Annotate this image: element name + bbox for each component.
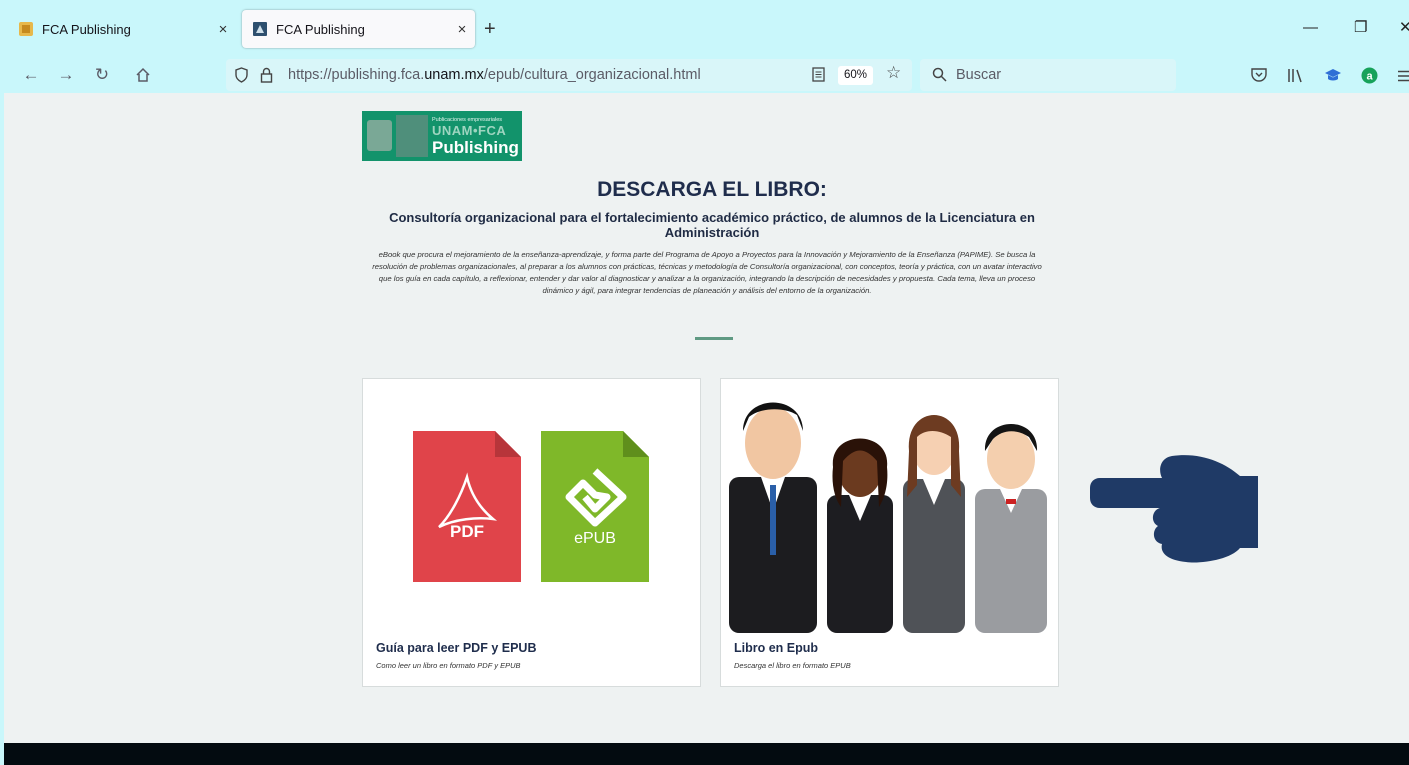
address-bar[interactable]: https://publishing.fca.unam.mx/epub/cult… (226, 59, 912, 91)
minimize-button[interactable]: — (1303, 18, 1318, 38)
bookmark-star-icon[interactable]: ☆ (886, 63, 901, 83)
pdf-file-icon: PDF (413, 431, 521, 582)
epub-book-card[interactable]: Libro en Epub Descarga el libro en forma… (720, 378, 1059, 687)
restore-button[interactable]: ❐ (1354, 18, 1367, 38)
guide-card-title[interactable]: Guía para leer PDF y EPUB (376, 641, 536, 655)
menu-icon[interactable] (1398, 70, 1409, 82)
epub-file-icon: ePUB (541, 431, 649, 582)
pocket-icon[interactable] (1251, 68, 1267, 82)
book-title: Consultoría organizacional para el forta… (389, 210, 1035, 240)
avatar-woman-2 (903, 415, 965, 633)
logo-unam-text: UNAM•FCA (432, 123, 507, 138)
search-icon (932, 67, 947, 82)
new-tab-button[interactable]: + (484, 17, 496, 41)
fca-favicon-icon (253, 22, 267, 36)
graduation-cap-icon[interactable] (1324, 67, 1342, 83)
tab-close-icon[interactable]: × (210, 21, 236, 38)
shield-icon[interactable] (234, 67, 249, 83)
forward-icon[interactable]: → (55, 64, 77, 86)
avatar-man-1 (729, 402, 817, 633)
epub-card-title[interactable]: Libro en Epub (734, 641, 818, 655)
web-page: Publicaciones empresariales UNAM•FCA Pub… (4, 93, 1409, 743)
back-icon[interactable]: ← (20, 64, 42, 86)
svg-text:ePUB: ePUB (574, 530, 616, 547)
lock-icon[interactable] (260, 67, 273, 83)
tab-2-active[interactable]: FCA Publishing × (242, 10, 475, 48)
tab-title: FCA Publishing (276, 21, 365, 37)
page-heading: DESCARGA EL LIBRO: (597, 178, 827, 201)
page-footer (4, 743, 1409, 765)
avatars-illustration (729, 402, 1047, 633)
avatar-man-2 (975, 424, 1047, 633)
logo-texture (396, 115, 428, 157)
zoom-level[interactable]: 60% (838, 66, 874, 85)
search-bar[interactable]: Buscar (920, 59, 1176, 91)
section-divider (695, 337, 733, 340)
guide-card-subtitle: Como leer un libro en formato PDF y EPUB (376, 661, 521, 670)
tab-close-icon[interactable]: × (449, 21, 475, 38)
reload-icon[interactable]: ↻ (91, 64, 113, 86)
tab-1[interactable]: FCA Publishing × (8, 10, 236, 48)
svg-text:PDF: PDF (450, 522, 484, 541)
pointing-hand-icon (1090, 455, 1258, 563)
guide-card[interactable]: PDF ePUB Guía para leer PDF y EPUB Como … (362, 378, 701, 687)
book-description: eBook que procura el mejoramiento de la … (372, 250, 1042, 295)
logo-publishing-text: Publishing (432, 138, 519, 157)
epub-card-subtitle: Descarga el libro en formato EPUB (734, 661, 851, 670)
close-window-button[interactable]: ✕ (1399, 18, 1409, 38)
avatar-woman-1 (827, 438, 893, 633)
a-extension-icon[interactable]: a (1361, 67, 1378, 84)
search-placeholder: Buscar (956, 67, 1002, 83)
unam-favicon-icon (19, 22, 33, 36)
pdf-epub-icons-image: PDF ePUB (413, 431, 649, 582)
home-icon[interactable] (132, 64, 154, 86)
url-text[interactable]: https://publishing.fca.unam.mx/epub/cult… (288, 67, 701, 83)
navigation-toolbar: ← → ↻ https://publishing.fca.unam.mx/epu… (0, 58, 1409, 92)
library-icon[interactable] (1287, 68, 1303, 83)
reader-view-icon[interactable] (812, 67, 825, 82)
svg-text:a: a (1366, 71, 1373, 83)
tab-title: FCA Publishing (42, 21, 131, 37)
unam-crest-icon (367, 120, 392, 151)
unam-fca-publishing-logo[interactable]: Publicaciones empresariales UNAM•FCA Pub… (362, 111, 522, 161)
tab-strip: FCA Publishing × FCA Publishing × + — ❐ … (0, 0, 1409, 58)
